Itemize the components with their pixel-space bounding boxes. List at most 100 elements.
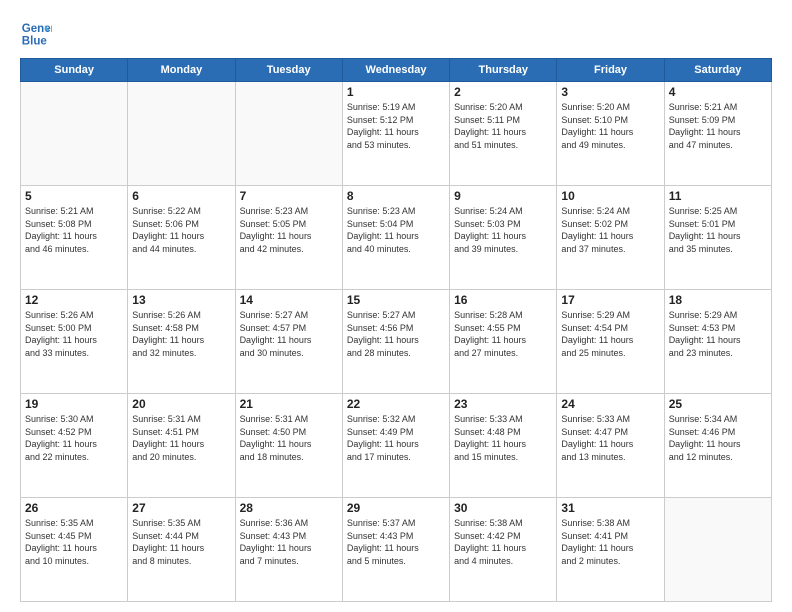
calendar-header-monday: Monday	[128, 59, 235, 82]
day-info: Sunrise: 5:24 AM Sunset: 5:02 PM Dayligh…	[561, 205, 659, 255]
day-info: Sunrise: 5:27 AM Sunset: 4:57 PM Dayligh…	[240, 309, 338, 359]
calendar-cell: 22Sunrise: 5:32 AM Sunset: 4:49 PM Dayli…	[342, 394, 449, 498]
day-info: Sunrise: 5:31 AM Sunset: 4:51 PM Dayligh…	[132, 413, 230, 463]
day-number: 28	[240, 501, 338, 515]
calendar-cell: 13Sunrise: 5:26 AM Sunset: 4:58 PM Dayli…	[128, 290, 235, 394]
day-info: Sunrise: 5:19 AM Sunset: 5:12 PM Dayligh…	[347, 101, 445, 151]
day-number: 5	[25, 189, 123, 203]
day-number: 12	[25, 293, 123, 307]
day-info: Sunrise: 5:36 AM Sunset: 4:43 PM Dayligh…	[240, 517, 338, 567]
calendar-cell: 17 Sunrise: 5:29 AM Sunset: 4:54 PM Dayli…	[557, 290, 664, 394]
day-info: Sunrise: 5:30 AM Sunset: 4:52 PM Dayligh…	[25, 413, 123, 463]
day-number: 10	[561, 189, 659, 203]
day-number: 25	[669, 397, 767, 411]
day-number: 2	[454, 85, 552, 99]
day-number: 30	[454, 501, 552, 515]
calendar-cell: 19 Sunrise: 5:30 AM Sunset: 4:52 PM Dayli…	[21, 394, 128, 498]
day-number: 9	[454, 189, 552, 203]
calendar-cell: 1 Sunrise: 5:19 AM Sunset: 5:12 PM Daylig…	[342, 82, 449, 186]
week-row-4: 19 Sunrise: 5:30 AM Sunset: 4:52 PM Dayli…	[21, 394, 772, 498]
calendar-cell: 9 Sunrise: 5:24 AM Sunset: 5:03 PM Daylig…	[450, 186, 557, 290]
calendar-cell: 21Sunrise: 5:31 AM Sunset: 4:50 PM Dayli…	[235, 394, 342, 498]
calendar-header-tuesday: Tuesday	[235, 59, 342, 82]
day-info: Sunrise: 5:26 AM Sunset: 5:00 PM Dayligh…	[25, 309, 123, 359]
calendar-table: SundayMondayTuesdayWednesdayThursdayFrid…	[20, 58, 772, 602]
day-info: Sunrise: 5:20 AM Sunset: 5:11 PM Dayligh…	[454, 101, 552, 151]
day-number: 8	[347, 189, 445, 203]
day-info: Sunrise: 5:38 AM Sunset: 4:41 PM Dayligh…	[561, 517, 659, 567]
calendar-cell: 15 Sunrise: 5:27 AM Sunset: 4:56 PM Dayli…	[342, 290, 449, 394]
day-info: Sunrise: 5:21 AM Sunset: 5:08 PM Dayligh…	[25, 205, 123, 255]
calendar-cell: 7 Sunrise: 5:23 AM Sunset: 5:05 PM Daylig…	[235, 186, 342, 290]
calendar-header-row: SundayMondayTuesdayWednesdayThursdayFrid…	[21, 59, 772, 82]
week-row-5: 26 Sunrise: 5:35 AM Sunset: 4:45 PM Dayli…	[21, 498, 772, 602]
day-info: Sunrise: 5:24 AM Sunset: 5:03 PM Dayligh…	[454, 205, 552, 255]
calendar-header-thursday: Thursday	[450, 59, 557, 82]
day-number: 3	[561, 85, 659, 99]
calendar-header-sunday: Sunday	[21, 59, 128, 82]
svg-text:Blue: Blue	[22, 36, 48, 48]
calendar-cell	[235, 82, 342, 186]
day-number: 1	[347, 85, 445, 99]
calendar-header-saturday: Saturday	[664, 59, 771, 82]
day-number: 31	[561, 501, 659, 515]
day-number: 4	[669, 85, 767, 99]
calendar-cell: 18 Sunrise: 5:29 AM Sunset: 4:53 PM Dayli…	[664, 290, 771, 394]
calendar-cell: 11 Sunrise: 5:25 AM Sunset: 5:01 PM Dayli…	[664, 186, 771, 290]
day-number: 7	[240, 189, 338, 203]
day-number: 15	[347, 293, 445, 307]
logo-icon: General Blue	[20, 18, 52, 50]
day-info: Sunrise: 5:33 AM Sunset: 4:48 PM Dayligh…	[454, 413, 552, 463]
day-number: 14	[240, 293, 338, 307]
day-info: Sunrise: 5:29 AM Sunset: 4:54 PM Dayligh…	[561, 309, 659, 359]
day-number: 17	[561, 293, 659, 307]
calendar-cell: 28 Sunrise: 5:36 AM Sunset: 4:43 PM Dayli…	[235, 498, 342, 602]
calendar-cell: 4Sunrise: 5:21 AM Sunset: 5:09 PM Daylig…	[664, 82, 771, 186]
calendar-cell: 10 Sunrise: 5:24 AM Sunset: 5:02 PM Dayli…	[557, 186, 664, 290]
day-number: 29	[347, 501, 445, 515]
day-info: Sunrise: 5:20 AM Sunset: 5:10 PM Dayligh…	[561, 101, 659, 151]
calendar-cell: 2 Sunrise: 5:20 AM Sunset: 5:11 PM Daylig…	[450, 82, 557, 186]
day-number: 23	[454, 397, 552, 411]
calendar-cell	[664, 498, 771, 602]
day-info: Sunrise: 5:35 AM Sunset: 4:45 PM Dayligh…	[25, 517, 123, 567]
calendar-cell: 5 Sunrise: 5:21 AM Sunset: 5:08 PM Daylig…	[21, 186, 128, 290]
calendar-cell: 30 Sunrise: 5:38 AM Sunset: 4:42 PM Dayli…	[450, 498, 557, 602]
day-info: Sunrise: 5:27 AM Sunset: 4:56 PM Dayligh…	[347, 309, 445, 359]
calendar-cell: 6 Sunrise: 5:22 AM Sunset: 5:06 PM Daylig…	[128, 186, 235, 290]
calendar-cell	[128, 82, 235, 186]
day-info: Sunrise: 5:23 AM Sunset: 5:05 PM Dayligh…	[240, 205, 338, 255]
page: General Blue SundayMondayTuesdayWednesda…	[0, 0, 792, 612]
day-info: Sunrise: 5:33 AM Sunset: 4:47 PM Dayligh…	[561, 413, 659, 463]
calendar-header-wednesday: Wednesday	[342, 59, 449, 82]
day-info: Sunrise: 5:22 AM Sunset: 5:06 PM Dayligh…	[132, 205, 230, 255]
calendar-cell: 20 Sunrise: 5:31 AM Sunset: 4:51 PM Dayli…	[128, 394, 235, 498]
day-info: Sunrise: 5:26 AM Sunset: 4:58 PM Dayligh…	[132, 309, 230, 359]
day-number: 26	[25, 501, 123, 515]
day-number: 21	[240, 397, 338, 411]
day-number: 16	[454, 293, 552, 307]
calendar-cell: 12 Sunrise: 5:26 AM Sunset: 5:00 PM Dayli…	[21, 290, 128, 394]
day-info: Sunrise: 5:35 AM Sunset: 4:44 PM Dayligh…	[132, 517, 230, 567]
calendar-cell: 27Sunrise: 5:35 AM Sunset: 4:44 PM Dayli…	[128, 498, 235, 602]
day-info: Sunrise: 5:34 AM Sunset: 4:46 PM Dayligh…	[669, 413, 767, 463]
day-info: Sunrise: 5:29 AM Sunset: 4:53 PM Dayligh…	[669, 309, 767, 359]
day-number: 18	[669, 293, 767, 307]
calendar-cell: 14 Sunrise: 5:27 AM Sunset: 4:57 PM Dayli…	[235, 290, 342, 394]
day-number: 6	[132, 189, 230, 203]
calendar-cell: 3 Sunrise: 5:20 AM Sunset: 5:10 PM Daylig…	[557, 82, 664, 186]
day-number: 24	[561, 397, 659, 411]
day-number: 20	[132, 397, 230, 411]
header: General Blue	[20, 18, 772, 50]
calendar-cell: 29 Sunrise: 5:37 AM Sunset: 4:43 PM Dayli…	[342, 498, 449, 602]
day-number: 11	[669, 189, 767, 203]
day-number: 22	[347, 397, 445, 411]
day-number: 19	[25, 397, 123, 411]
calendar-cell	[21, 82, 128, 186]
logo: General Blue	[20, 18, 56, 50]
day-info: Sunrise: 5:25 AM Sunset: 5:01 PM Dayligh…	[669, 205, 767, 255]
day-info: Sunrise: 5:37 AM Sunset: 4:43 PM Dayligh…	[347, 517, 445, 567]
day-info: Sunrise: 5:23 AM Sunset: 5:04 PM Dayligh…	[347, 205, 445, 255]
week-row-2: 5 Sunrise: 5:21 AM Sunset: 5:08 PM Daylig…	[21, 186, 772, 290]
day-info: Sunrise: 5:38 AM Sunset: 4:42 PM Dayligh…	[454, 517, 552, 567]
